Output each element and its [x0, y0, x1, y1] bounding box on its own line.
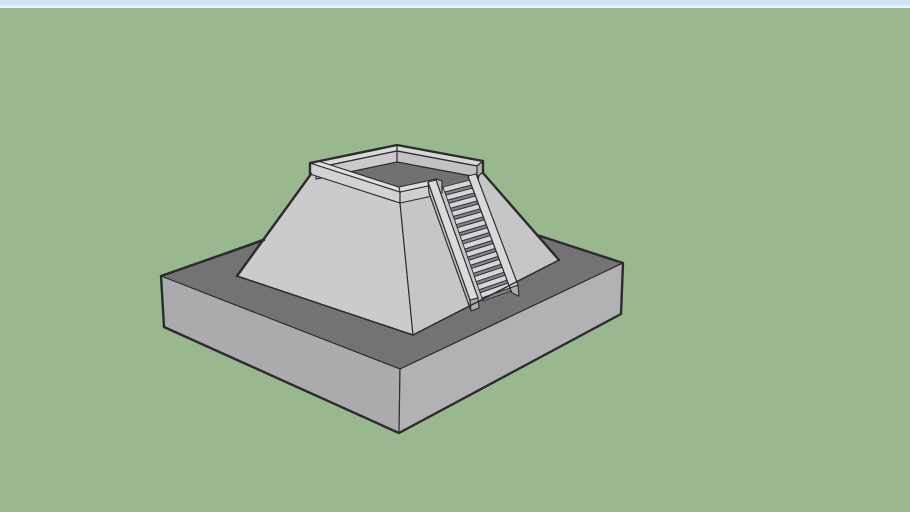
model-viewport[interactable] — [0, 0, 910, 512]
render-canvas — [0, 0, 910, 512]
